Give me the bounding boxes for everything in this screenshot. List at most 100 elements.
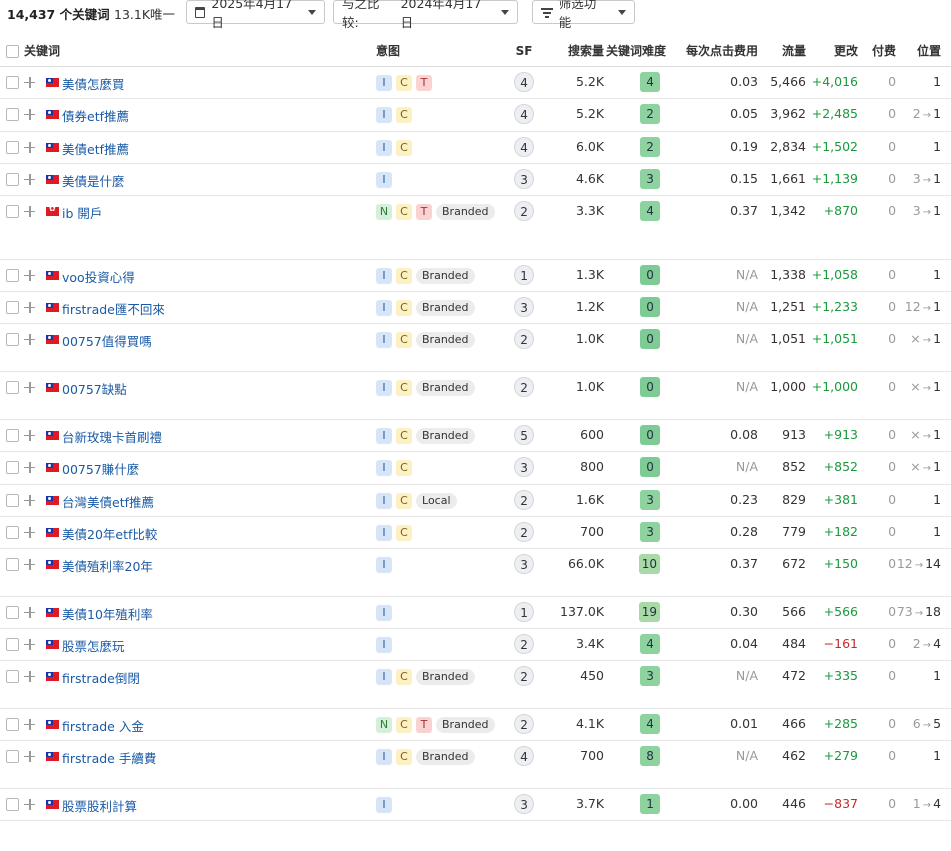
serp-features-count[interactable]: 1 bbox=[514, 601, 535, 622]
compare-date-picker[interactable]: 与之比较: 2024年4月17日 bbox=[333, 0, 518, 30]
keyword-link[interactable]: 台新玫瑰卡首刷禮 bbox=[62, 430, 162, 445]
keyword-link[interactable]: ib 開戶 bbox=[62, 206, 102, 221]
serp-features-count[interactable]: 3 bbox=[514, 456, 535, 477]
keyword-link[interactable]: firstrade匯不回來 bbox=[62, 302, 165, 317]
serp-features-count[interactable]: 5 bbox=[514, 424, 535, 445]
keyword-link[interactable]: 00757值得買嗎 bbox=[62, 334, 152, 349]
keyword-link[interactable]: 00757缺點 bbox=[62, 382, 127, 397]
row-checkbox[interactable] bbox=[6, 797, 19, 811]
keyword-link[interactable]: voo投資心得 bbox=[62, 270, 135, 285]
serp-features-count[interactable]: 2 bbox=[514, 665, 535, 686]
col-volume[interactable]: 搜索量 bbox=[568, 44, 604, 58]
intent-badge: C bbox=[396, 716, 413, 733]
col-traffic[interactable]: 流量 bbox=[782, 44, 806, 58]
keyword-difficulty: 2 bbox=[640, 136, 661, 157]
add-to-list-icon[interactable] bbox=[24, 301, 35, 313]
serp-features-count[interactable]: 4 bbox=[514, 103, 535, 124]
add-to-list-icon[interactable] bbox=[24, 108, 35, 120]
col-intent[interactable]: 意图 bbox=[376, 44, 400, 58]
row-checkbox[interactable] bbox=[6, 204, 19, 218]
add-to-list-icon[interactable] bbox=[24, 558, 35, 570]
row-checkbox[interactable] bbox=[6, 428, 19, 442]
add-to-list-icon[interactable] bbox=[24, 269, 35, 281]
row-checkbox[interactable] bbox=[6, 525, 19, 539]
keyword-link[interactable]: 美債怎麼買 bbox=[62, 77, 125, 92]
col-keyword[interactable]: 关键词 bbox=[24, 44, 60, 58]
serp-features-count[interactable]: 3 bbox=[514, 553, 535, 574]
keyword-link[interactable]: 00757賺什麼 bbox=[62, 462, 139, 477]
col-sf[interactable]: SF bbox=[516, 44, 533, 58]
row-checkbox[interactable] bbox=[6, 717, 19, 731]
table-row: 美債etf推薦 IC 4 6.0K 2 0.19 2,834 +1,502 0 … bbox=[0, 131, 951, 164]
row-checkbox[interactable] bbox=[6, 107, 19, 121]
add-to-list-icon[interactable] bbox=[24, 173, 35, 185]
row-checkbox[interactable] bbox=[6, 300, 19, 314]
row-checkbox[interactable] bbox=[6, 637, 19, 651]
col-cpc[interactable]: 每次点击费用 bbox=[686, 44, 758, 58]
filter-button[interactable]: 筛选功能 bbox=[532, 0, 635, 30]
serp-features-count[interactable]: 1 bbox=[514, 264, 535, 285]
select-all-checkbox[interactable] bbox=[6, 44, 19, 58]
row-checkbox[interactable] bbox=[6, 140, 19, 154]
search-volume: 1.3K bbox=[542, 259, 605, 292]
add-to-list-icon[interactable] bbox=[24, 606, 35, 618]
serp-features-count[interactable]: 3 bbox=[514, 168, 535, 189]
keyword-link[interactable]: 美債etf推薦 bbox=[62, 142, 129, 157]
keyword-link[interactable]: 美債殖利率20年 bbox=[62, 559, 153, 574]
serp-features-count[interactable]: 4 bbox=[514, 745, 535, 766]
serp-features-count[interactable]: 2 bbox=[514, 633, 535, 654]
row-checkbox[interactable] bbox=[6, 380, 19, 394]
add-to-list-icon[interactable] bbox=[24, 429, 35, 441]
keyword-link[interactable]: 股票怎麼玩 bbox=[62, 639, 125, 654]
serp-features-count[interactable]: 2 bbox=[514, 521, 535, 542]
serp-features-count[interactable]: 4 bbox=[514, 136, 535, 157]
keyword-link[interactable]: firstrade 入金 bbox=[62, 719, 144, 734]
add-to-list-icon[interactable] bbox=[24, 526, 35, 538]
keyword-link[interactable]: 台灣美債etf推薦 bbox=[62, 495, 154, 510]
serp-features-count[interactable]: 2 bbox=[514, 200, 535, 221]
date-picker[interactable]: 2025年4月17日 bbox=[186, 0, 325, 30]
keyword-link[interactable]: 美債是什麼 bbox=[62, 174, 125, 189]
traffic-value: 462 bbox=[758, 740, 807, 789]
col-kd[interactable]: 关键词难度 bbox=[606, 44, 666, 58]
add-to-list-icon[interactable] bbox=[24, 750, 35, 762]
col-change[interactable]: 更改 bbox=[834, 44, 858, 58]
row-checkbox[interactable] bbox=[6, 749, 19, 763]
keyword-link[interactable]: firstrade 手續費 bbox=[62, 751, 156, 766]
serp-features-count[interactable]: 2 bbox=[514, 376, 535, 397]
position-previous: 6 bbox=[912, 715, 921, 731]
keyword-link[interactable]: firstrade倒閉 bbox=[62, 671, 140, 686]
add-to-list-icon[interactable] bbox=[24, 494, 35, 506]
add-to-list-icon[interactable] bbox=[24, 798, 35, 810]
add-to-list-icon[interactable] bbox=[24, 76, 35, 88]
serp-features-count[interactable]: 3 bbox=[514, 296, 535, 317]
add-to-list-icon[interactable] bbox=[24, 205, 35, 217]
col-paid[interactable]: 付费 bbox=[872, 44, 896, 58]
keyword-link[interactable]: 股票股利計算 bbox=[62, 799, 137, 814]
serp-features-count[interactable]: 2 bbox=[514, 328, 535, 349]
add-to-list-icon[interactable] bbox=[24, 141, 35, 153]
row-checkbox[interactable] bbox=[6, 669, 19, 683]
row-checkbox[interactable] bbox=[6, 493, 19, 507]
serp-features-count[interactable]: 2 bbox=[514, 489, 535, 510]
add-to-list-icon[interactable] bbox=[24, 670, 35, 682]
row-checkbox[interactable] bbox=[6, 268, 19, 282]
keyword-link[interactable]: 債券etf推薦 bbox=[62, 109, 129, 124]
row-checkbox[interactable] bbox=[6, 557, 19, 571]
add-to-list-icon[interactable] bbox=[24, 333, 35, 345]
col-position[interactable]: 位置 bbox=[917, 44, 941, 58]
serp-features-count[interactable]: 3 bbox=[514, 793, 535, 814]
keyword-link[interactable]: 美債20年etf比較 bbox=[62, 527, 157, 542]
row-checkbox[interactable] bbox=[6, 605, 19, 619]
add-to-list-icon[interactable] bbox=[24, 381, 35, 393]
add-to-list-icon[interactable] bbox=[24, 638, 35, 650]
add-to-list-icon[interactable] bbox=[24, 718, 35, 730]
add-to-list-icon[interactable] bbox=[24, 461, 35, 473]
row-checkbox[interactable] bbox=[6, 75, 19, 89]
row-checkbox[interactable] bbox=[6, 172, 19, 186]
keyword-link[interactable]: 美債10年殖利率 bbox=[62, 607, 153, 622]
row-checkbox[interactable] bbox=[6, 460, 19, 474]
serp-features-count[interactable]: 4 bbox=[514, 71, 535, 92]
row-checkbox[interactable] bbox=[6, 332, 19, 346]
serp-features-count[interactable]: 2 bbox=[514, 713, 535, 734]
